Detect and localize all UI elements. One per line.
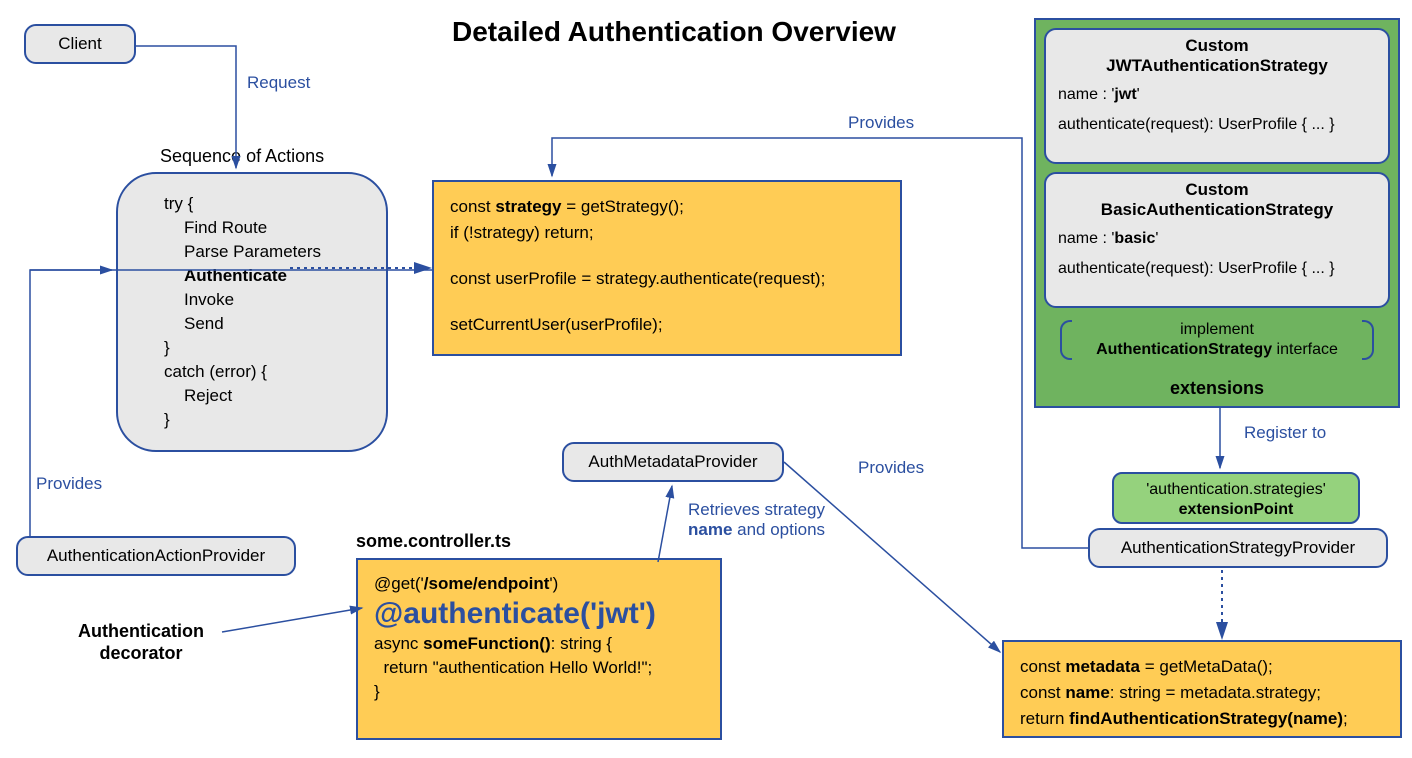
seq-line: } bbox=[164, 336, 362, 360]
auth-action-provider-box: AuthenticationActionProvider bbox=[16, 536, 296, 576]
authenticate-decorator: @authenticate('jwt') bbox=[374, 602, 704, 626]
provides-top-label: Provides bbox=[848, 113, 914, 133]
implement-label: implement AuthenticationStrategy interfa… bbox=[1076, 320, 1358, 360]
code-line: @get('/some/endpoint') bbox=[374, 572, 704, 596]
seq-line: Invoke bbox=[164, 288, 362, 312]
register-to-label: Register to bbox=[1244, 423, 1326, 443]
code-line: return "authentication Hello World!"; bbox=[374, 656, 704, 680]
client-box: Client bbox=[24, 24, 136, 64]
code-line: async someFunction(): string { bbox=[374, 632, 704, 656]
code-line: const metadata = getMetaData(); bbox=[1020, 654, 1384, 680]
retrieves-label: Retrieves strategy name and options bbox=[688, 500, 825, 540]
sequence-box: try { Find Route Parse Parameters Authen… bbox=[116, 172, 388, 452]
auth-action-provider-label: AuthenticationActionProvider bbox=[47, 546, 265, 565]
provides-left-label: Provides bbox=[36, 474, 102, 494]
auth-meta-provider-label: AuthMetadataProvider bbox=[588, 452, 757, 471]
auth-strategy-provider-box: AuthenticationStrategyProvider bbox=[1088, 528, 1388, 568]
seq-line: Send bbox=[164, 312, 362, 336]
code-line: if (!strategy) return; bbox=[450, 220, 884, 246]
seq-title: Sequence of Actions bbox=[160, 146, 324, 167]
jwt-strategy-box: Custom JWTAuthenticationStrategy name : … bbox=[1044, 28, 1390, 164]
code-line: const userProfile = strategy.authenticat… bbox=[450, 266, 884, 292]
seq-line: } bbox=[164, 408, 362, 432]
code-line: const strategy = getStrategy(); bbox=[450, 194, 884, 220]
extension-point-box: 'authentication.strategies' extensionPoi… bbox=[1112, 472, 1360, 524]
seq-line: catch (error) { bbox=[164, 360, 362, 384]
page-title: Detailed Authentication Overview bbox=[452, 16, 896, 48]
controller-file-label: some.controller.ts bbox=[356, 531, 511, 552]
seq-line: Parse Parameters bbox=[164, 240, 362, 264]
extensions-label: extensions bbox=[1034, 378, 1400, 399]
seq-line: Find Route bbox=[164, 216, 362, 240]
auth-meta-provider-box: AuthMetadataProvider bbox=[562, 442, 784, 482]
bracket-left bbox=[1060, 320, 1072, 360]
code-line: setCurrentUser(userProfile); bbox=[450, 312, 884, 338]
controller-box: @get('/some/endpoint') @authenticate('jw… bbox=[356, 558, 722, 740]
resolve-code-box: const metadata = getMetaData(); const na… bbox=[1002, 640, 1402, 738]
seq-line-authenticate: Authenticate bbox=[164, 264, 362, 288]
auth-decorator-label: Authentication decorator bbox=[78, 620, 204, 664]
provides-mid-label: Provides bbox=[858, 458, 924, 478]
client-label: Client bbox=[58, 34, 101, 53]
request-label: Request bbox=[247, 73, 310, 93]
bracket-right bbox=[1362, 320, 1374, 360]
seq-line: Reject bbox=[164, 384, 362, 408]
code-line: return findAuthenticationStrategy(name); bbox=[1020, 706, 1384, 732]
code-line: } bbox=[374, 680, 704, 704]
strategy-code-box: const strategy = getStrategy(); if (!str… bbox=[432, 180, 902, 356]
auth-strategy-provider-label: AuthenticationStrategyProvider bbox=[1121, 538, 1355, 557]
code-line: const name: string = metadata.strategy; bbox=[1020, 680, 1384, 706]
basic-strategy-box: Custom BasicAuthenticationStrategy name … bbox=[1044, 172, 1390, 308]
seq-line: try { bbox=[164, 192, 362, 216]
